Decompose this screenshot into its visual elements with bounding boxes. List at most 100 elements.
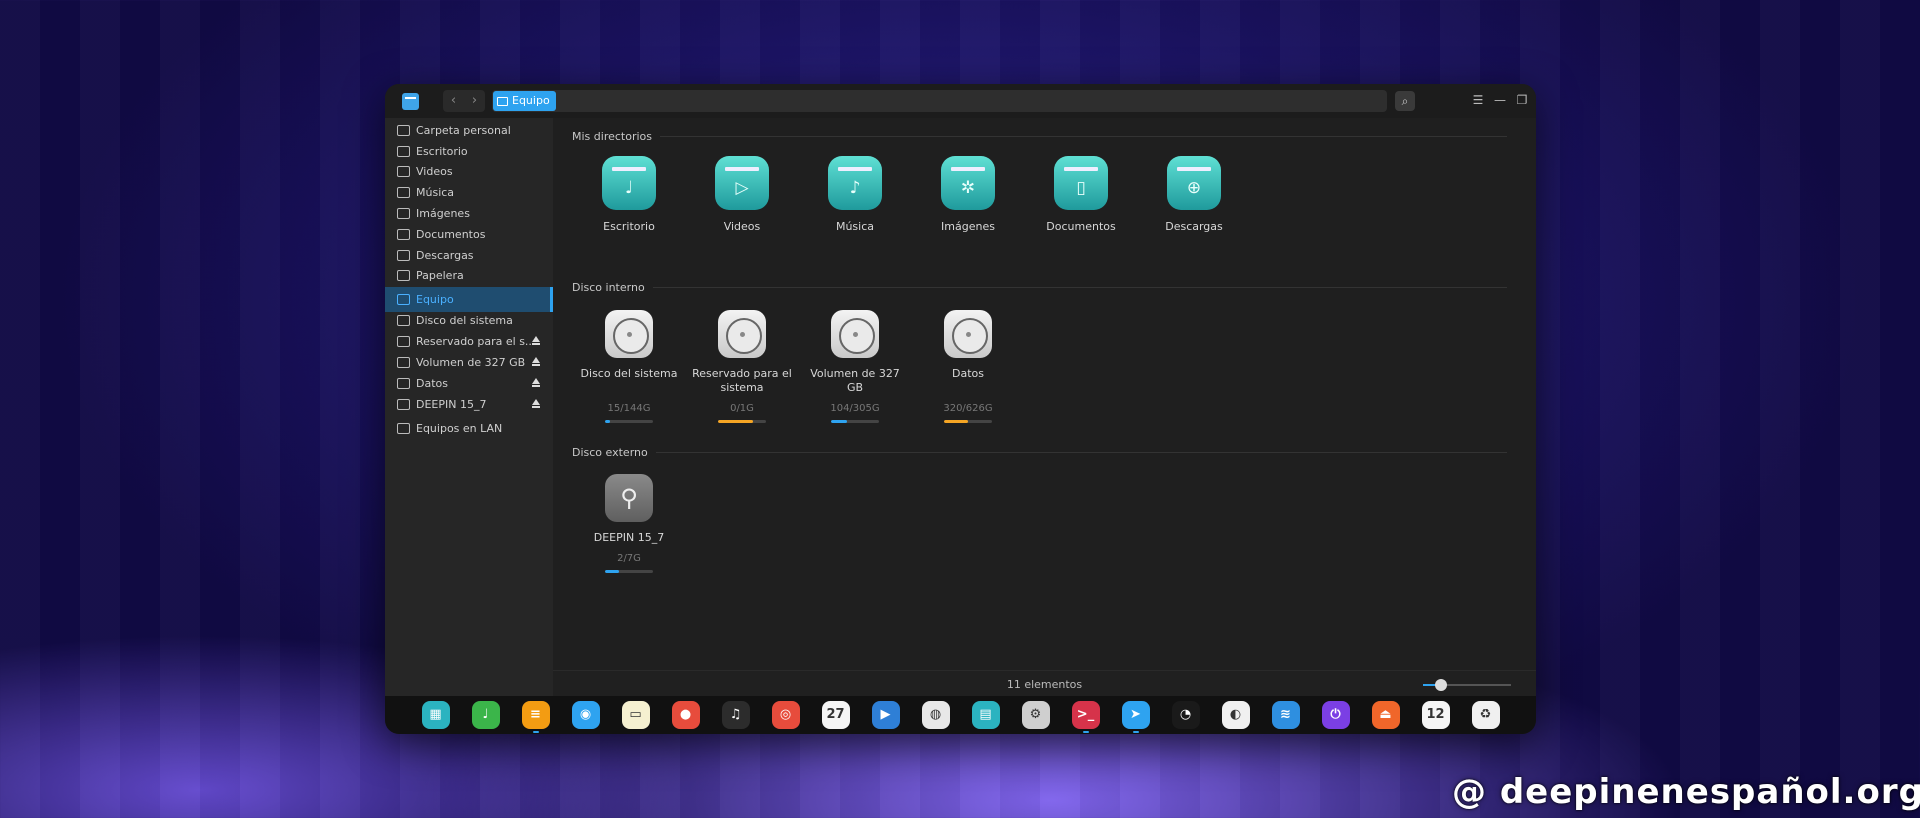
navigation-buttons: ‹ › (443, 90, 485, 112)
maximize-button[interactable]: ❐ (1515, 93, 1529, 107)
titlebar: ‹ › Equipo ⌕ ☰ — ❐ ✕ (385, 84, 1536, 118)
directory-item[interactable]: ✲ Imágenes (918, 156, 1018, 233)
sidebar-item-papelera[interactable]: Papelera (385, 263, 553, 288)
disk-item[interactable]: Volumen de 327 GB 104/305G (805, 310, 905, 423)
dock-item[interactable]: ♩ (461, 696, 511, 734)
dock-item[interactable]: ♻ (1461, 696, 1511, 734)
dock-item[interactable]: ● (661, 696, 711, 734)
eject-icon: ⏏ (1371, 701, 1400, 729)
sidebar-item-label: Música (416, 186, 455, 199)
back-button[interactable]: ‹ (443, 90, 464, 112)
forward-button[interactable]: › (464, 90, 485, 112)
dock-item[interactable]: ◐ (1211, 696, 1261, 734)
disk-item[interactable]: Datos 320/626G (918, 310, 1018, 423)
dock-item[interactable]: ≋ (1261, 696, 1311, 734)
file-manager-window: ‹ › Equipo ⌕ ☰ — ❐ ✕ Carpeta personal Esc… (385, 84, 1536, 734)
wifi-icon: ≋ (1271, 701, 1300, 729)
breadcrumb[interactable]: Equipo (493, 91, 556, 111)
disk-usage-fill (605, 570, 619, 573)
dock-item[interactable]: ▤ (961, 696, 1011, 734)
menu-button[interactable]: ☰ (1471, 93, 1485, 107)
app-logo-icon (402, 93, 419, 110)
folder-icon: ♪ (828, 156, 882, 210)
directory-label: Descargas (1165, 220, 1223, 233)
sidebar: Carpeta personal Escritorio Videos Música Im… (385, 118, 553, 698)
disk-usage-bar (831, 420, 879, 423)
running-indicator (532, 731, 539, 733)
voice-recorder-icon: ● (671, 701, 700, 729)
folder-icon: ♩ (602, 156, 656, 210)
dock-item[interactable]: ▦ (411, 696, 461, 734)
screenshot-icon: ◔ (1171, 701, 1200, 729)
folder-glyph-icon: ⊕ (1186, 178, 1202, 198)
item-count: 11 elementos (1006, 678, 1083, 691)
notes-icon: ▭ (621, 701, 650, 729)
folder-glyph-icon: ♩ (624, 178, 634, 198)
music-player-icon: ♫ (721, 701, 750, 729)
hard-disk-icon (605, 310, 653, 358)
divider (652, 287, 1507, 288)
eject-icon[interactable] (532, 399, 540, 408)
section-internal-disk: Disco interno (572, 281, 1507, 294)
dock-item[interactable]: ➤ (1111, 696, 1161, 734)
sidebar-item-equipos-en-lan[interactable]: Equipos en LAN (385, 416, 553, 441)
divider (655, 452, 1507, 453)
dock-item[interactable]: 12 (1411, 696, 1461, 734)
dock-item[interactable]: ◉ (561, 696, 611, 734)
sidebar-item-label: DEEPIN 15_7 (416, 398, 487, 411)
disk-label: Volumen de 327 GB (810, 367, 900, 394)
directory-label: Imágenes (941, 220, 995, 233)
deepin-id-icon: ◐ (1221, 701, 1250, 729)
disk-label: Disco del sistema (580, 367, 678, 380)
folder-icon: ✲ (941, 156, 995, 210)
hard-disk-icon (831, 310, 879, 358)
dock-item[interactable]: ◍ (911, 696, 961, 734)
eject-icon[interactable] (532, 357, 540, 366)
disk-usage-fill (718, 420, 753, 423)
directory-label: Documentos (1046, 220, 1116, 233)
eject-icon[interactable] (532, 378, 540, 387)
dock-item[interactable]: ▶ (861, 696, 911, 734)
directory-item[interactable]: ▷ Videos (692, 156, 792, 233)
watermark: @ deepinenespañol.org (1452, 772, 1920, 812)
main-content: Mis directorios ♩ Escritorio ▷ Videos ♪ Músic… (553, 118, 1536, 698)
dock-item[interactable]: ▭ (611, 696, 661, 734)
breadcrumb-label: Equipo (512, 94, 550, 107)
directory-item[interactable]: ⊕ Descargas (1144, 156, 1244, 233)
address-bar[interactable]: Equipo (492, 90, 1387, 112)
directory-item[interactable]: ♩ Escritorio (579, 156, 679, 233)
dock-item[interactable]: >_ (1061, 696, 1111, 734)
dock-item[interactable]: ⏻ (1311, 696, 1361, 734)
disk-size: 2/7G (617, 553, 641, 564)
dock-item[interactable]: ◔ (1161, 696, 1211, 734)
disk-usage-bar (718, 420, 766, 423)
disk-item[interactable]: ⚲ DEEPIN 15_7 2/7G (579, 474, 679, 573)
calendar-icon: 27 (821, 701, 850, 729)
dock-item[interactable]: ⏏ (1361, 696, 1411, 734)
disk-size: 0/1G (730, 403, 754, 414)
disk-item[interactable]: Reservado para el sistema 0/1G (692, 310, 792, 423)
dock-item[interactable]: ≡ (511, 696, 561, 734)
disk-item[interactable]: Disco del sistema 15/144G (579, 310, 679, 423)
terminal-icon: >_ (1071, 701, 1100, 729)
zoom-slider-handle[interactable] (1434, 679, 1447, 691)
trash-icon (397, 270, 410, 281)
eject-icon[interactable] (532, 336, 540, 345)
movie-icon: ▶ (871, 701, 900, 729)
dock-item[interactable]: ◎ (761, 696, 811, 734)
dock-item[interactable]: ⚙ (1011, 696, 1061, 734)
dock-item[interactable]: 27 (811, 696, 861, 734)
dock-item[interactable]: ♫ (711, 696, 761, 734)
search-button[interactable]: ⌕ (1395, 91, 1415, 111)
directory-item[interactable]: ♪ Música (805, 156, 905, 233)
zoom-slider[interactable] (1423, 679, 1511, 691)
minimize-button[interactable]: — (1493, 93, 1507, 107)
chrome-icon: ◍ (921, 701, 950, 729)
power-icon: ⏻ (1321, 701, 1350, 729)
deepin-music-icon: ♩ (471, 701, 500, 729)
disk-label: Reservado para el sistema (692, 367, 792, 394)
directory-item[interactable]: ▯ Documentos (1031, 156, 1131, 233)
directory-label: Escritorio (603, 220, 655, 233)
sidebar-item-deepin-15-7[interactable]: DEEPIN 15_7 (385, 392, 553, 417)
section-title: Disco interno (572, 281, 645, 294)
